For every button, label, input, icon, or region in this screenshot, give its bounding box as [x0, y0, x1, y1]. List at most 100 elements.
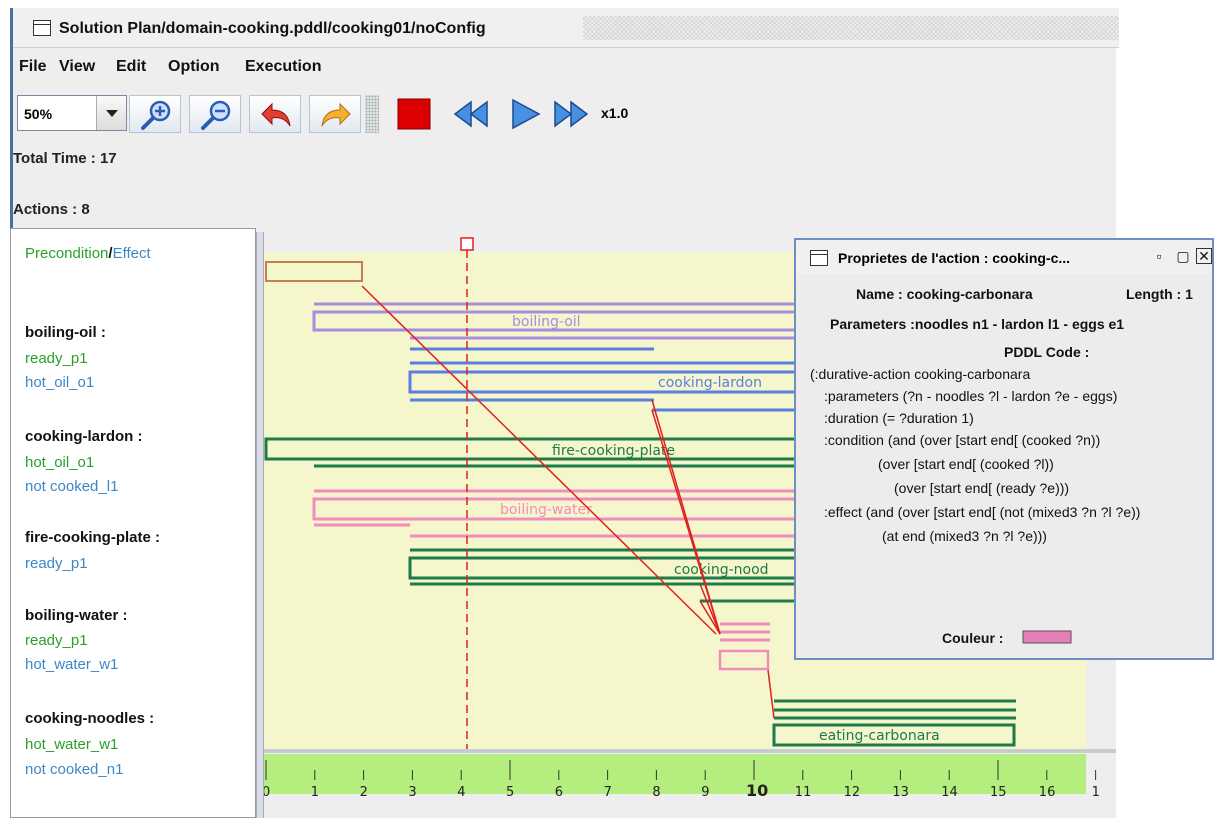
timeline-tick-label: 0	[264, 785, 270, 800]
zoom-in-button[interactable]	[129, 95, 181, 133]
rewind-button[interactable]	[451, 96, 489, 132]
timeline-tick-label: 8	[652, 785, 660, 800]
property-parameters: Parameters :noodles n1 - lardon l1 - egg…	[830, 316, 1125, 332]
bar-label: cooking-nood	[674, 562, 769, 578]
pddl-code-line: :duration (= ?duration 1)	[824, 410, 974, 426]
timeline-tick-label: 3	[408, 785, 416, 800]
undo-button[interactable]	[249, 95, 301, 133]
pddl-heading: PDDL Code :	[1004, 344, 1090, 360]
timeline-tick-label: 14	[941, 785, 958, 800]
action-effect: not cooked_l1	[25, 478, 119, 495]
rewind-icon	[453, 100, 488, 128]
action-effect: hot_water_w1	[25, 656, 119, 673]
action-properties-dialog: Proprietes de l'action : cooking-c... ▫ …	[794, 238, 1214, 660]
play-button[interactable]	[507, 96, 545, 132]
stop-icon	[397, 98, 431, 130]
bar-label: eating-carbonara	[819, 728, 940, 744]
timeline-tick-label: 13	[892, 785, 909, 800]
maximize-icon[interactable]: ▢	[1174, 248, 1192, 266]
bar-label: fire-cooking-plate	[552, 443, 675, 459]
timeline-tick-label: 5	[506, 785, 514, 800]
menu-execution[interactable]: Execution	[245, 58, 321, 76]
color-label: Couleur :	[942, 630, 1004, 646]
action-effect: ready_p1	[25, 555, 88, 572]
fast-forward-button[interactable]	[553, 96, 591, 132]
bar-label: cooking-lardon	[658, 375, 762, 391]
redo-icon	[321, 102, 351, 127]
action-name: cooking-noodles :	[25, 710, 155, 727]
pddl-code-line: (over [start end[ (cooked ?l))	[878, 456, 1054, 472]
toolbar: 50% x1.0	[13, 90, 663, 136]
menu-edit[interactable]: Edit	[116, 58, 146, 76]
zoom-value: 50%	[24, 106, 53, 122]
chevron-down-icon[interactable]	[96, 96, 126, 130]
menu-view[interactable]: View	[59, 58, 95, 76]
legend-header: Precondition/Effect	[25, 245, 151, 262]
zoom-in-icon	[141, 100, 171, 130]
bar-label: boiling-oil	[512, 314, 581, 330]
pddl-code-line: :condition (and (over [start end[ (cooke…	[824, 432, 1101, 448]
timeline-tick-label: 2	[360, 785, 368, 800]
zoom-out-button[interactable]	[189, 95, 241, 133]
minimize-icon[interactable]: ▫	[1150, 248, 1168, 266]
action-precondition: ready_p1	[25, 632, 88, 649]
timeline-tick-label: 16	[1039, 785, 1056, 800]
toolbar-grip[interactable]	[365, 95, 379, 133]
action-name: fire-cooking-plate :	[25, 529, 161, 546]
timeline-tick-label: 4	[457, 785, 465, 800]
title-bar[interactable]: Solution Plan/domain-cooking.pddl/cookin…	[13, 8, 1119, 48]
action-precondition: hot_oil_o1	[25, 454, 95, 471]
property-name: Name : cooking-carbonara	[856, 286, 1033, 302]
pddl-code-line: (:durative-action cooking-carbonara	[810, 366, 1031, 382]
action-precondition: hot_water_w1	[25, 736, 119, 753]
pddl-code-line: :parameters (?n - noodles ?l - lardon ?e…	[824, 388, 1118, 404]
timeline-tick-label: 11	[795, 785, 812, 800]
color-swatch[interactable]	[1022, 630, 1074, 644]
window-title: Solution Plan/domain-cooking.pddl/cookin…	[59, 20, 486, 37]
timeline-tick-label: 1	[1092, 785, 1100, 800]
play-icon	[512, 98, 541, 130]
timeline-tick-label: 6	[555, 785, 563, 800]
menu-option[interactable]: Option	[168, 58, 220, 76]
timeline-tick-label: 9	[701, 785, 709, 800]
panel-splitter[interactable]	[256, 232, 264, 818]
redo-button[interactable]	[309, 95, 361, 133]
speed-label: x1.0	[601, 105, 629, 121]
window-icon	[33, 20, 51, 36]
undo-icon	[261, 102, 291, 127]
menu-bar: File View Edit Option Execution	[13, 52, 1119, 80]
action-name: cooking-lardon :	[25, 428, 143, 445]
pddl-code-line: (at end (mixed3 ?n ?l ?e)))	[882, 528, 1047, 544]
zoom-out-icon	[201, 100, 231, 130]
properties-title: Proprietes de l'action : cooking-c...	[838, 250, 1071, 266]
timeline-tick-label: 15	[990, 785, 1007, 800]
legend-precondition: Precondition	[25, 245, 109, 262]
pddl-code-line: (over [start end[ (ready ?e)))	[894, 480, 1070, 496]
action-name: boiling-water :	[25, 607, 128, 624]
window-icon	[810, 250, 828, 266]
action-name: boiling-oil :	[25, 324, 106, 341]
actions-count: Actions : 8	[13, 201, 90, 218]
pddl-code-line: :effect (and (over [start end[ (not (mix…	[824, 504, 1141, 520]
stop-button[interactable]	[395, 96, 433, 132]
property-length: Length : 1	[1126, 286, 1193, 302]
total-time: Total Time : 17	[13, 150, 117, 167]
action-precondition: ready_p1	[25, 350, 88, 367]
timeline-tick-label: 7	[604, 785, 612, 800]
menu-file[interactable]: File	[19, 58, 47, 76]
timeline-tick-label: 10	[746, 781, 768, 800]
action-effect: not cooked_n1	[25, 761, 124, 778]
close-icon[interactable]: ✕	[1196, 248, 1212, 264]
bar-label: boiling-water	[500, 502, 592, 518]
timeline-ruler[interactable]	[264, 754, 1086, 794]
timeline-tick-label: 1	[311, 785, 319, 800]
timeline-separator	[264, 749, 1116, 753]
title-bar-pattern	[583, 16, 1119, 40]
fast-forward-icon	[554, 100, 589, 128]
zoom-select[interactable]: 50%	[17, 95, 127, 131]
timeline-tick-label: 12	[844, 785, 861, 800]
action-legend-panel: Precondition/Effect boiling-oil : ready_…	[10, 228, 256, 818]
properties-title-bar[interactable]: Proprietes de l'action : cooking-c... ▫ …	[796, 240, 1212, 274]
action-effect: hot_oil_o1	[25, 374, 95, 391]
legend-effect: Effect	[112, 245, 151, 262]
